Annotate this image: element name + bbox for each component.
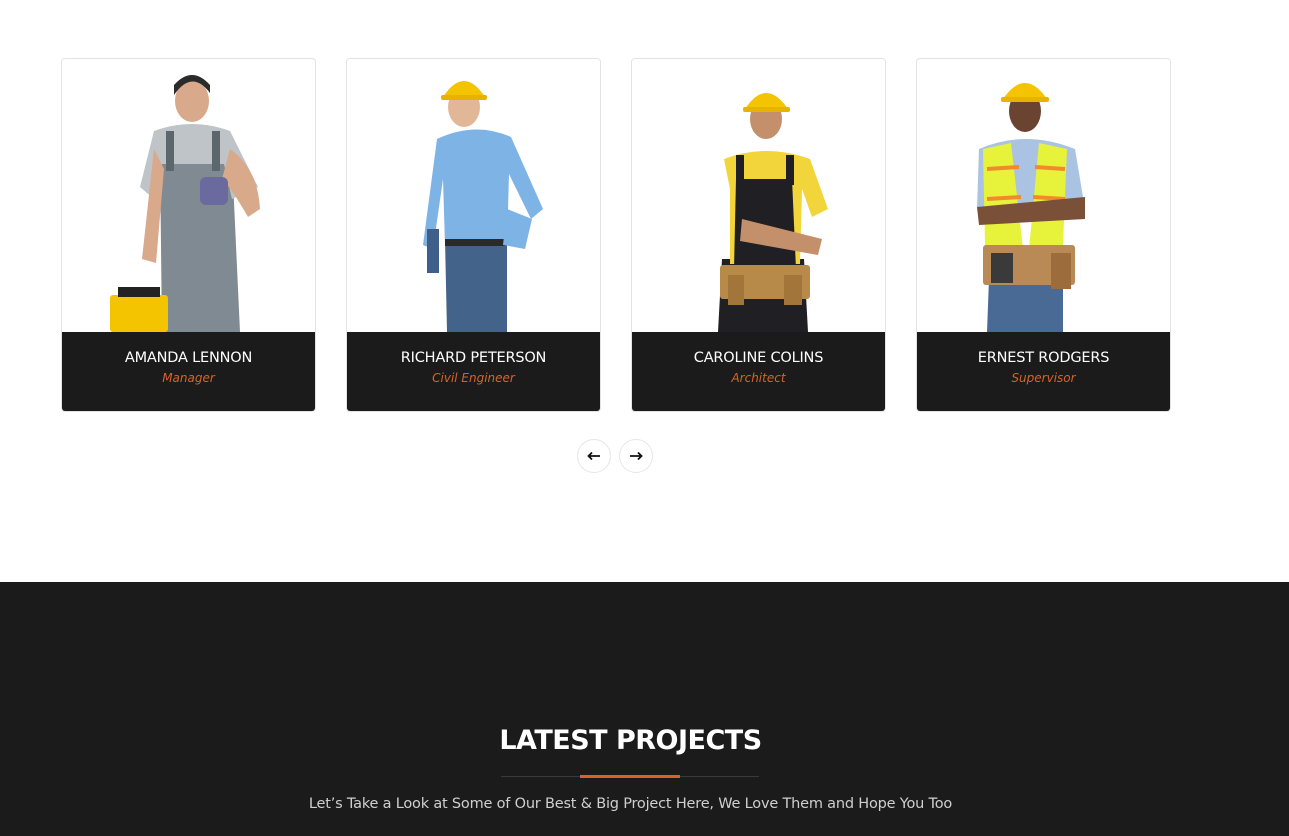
member-name[interactable]: ERNEST RODGERS bbox=[917, 350, 1170, 366]
section-title: LATEST PROJECTS bbox=[499, 725, 762, 756]
latest-projects-section: LATEST PROJECTS Let’s Take a Look at Som… bbox=[0, 582, 1289, 836]
carousel-next-button[interactable] bbox=[619, 439, 653, 473]
member-info: CAROLINE COLINS Architect bbox=[632, 332, 885, 411]
member-photo bbox=[632, 59, 885, 332]
member-photo bbox=[62, 59, 315, 332]
team-section: AMANDA LENNON Manager RICHARD PETERSON C… bbox=[0, 0, 1289, 582]
team-card[interactable]: AMANDA LENNON Manager bbox=[61, 58, 316, 412]
member-name[interactable]: CAROLINE COLINS bbox=[632, 350, 885, 366]
member-photo bbox=[917, 59, 1170, 332]
carousel-prev-button[interactable] bbox=[577, 439, 611, 473]
title-accent-bar bbox=[580, 775, 680, 778]
member-name[interactable]: RICHARD PETERSON bbox=[347, 350, 600, 366]
member-info: AMANDA LENNON Manager bbox=[62, 332, 315, 411]
arrow-right-icon bbox=[630, 451, 643, 461]
member-name[interactable]: AMANDA LENNON bbox=[62, 350, 315, 366]
member-role: Civil Engineer bbox=[432, 371, 515, 385]
team-card[interactable]: CAROLINE COLINS Architect bbox=[631, 58, 886, 412]
member-role: Manager bbox=[162, 371, 215, 385]
member-photo bbox=[347, 59, 600, 332]
section-subtitle: Let’s Take a Look at Some of Our Best & … bbox=[308, 796, 953, 812]
team-card[interactable]: RICHARD PETERSON Civil Engineer bbox=[346, 58, 601, 412]
member-role: Architect bbox=[731, 371, 786, 385]
arrow-left-icon bbox=[587, 451, 600, 461]
member-role: Supervisor bbox=[1011, 371, 1076, 385]
member-info: RICHARD PETERSON Civil Engineer bbox=[347, 332, 600, 411]
team-card[interactable]: ERNEST RODGERS Supervisor bbox=[916, 58, 1171, 412]
member-info: ERNEST RODGERS Supervisor bbox=[917, 332, 1170, 411]
